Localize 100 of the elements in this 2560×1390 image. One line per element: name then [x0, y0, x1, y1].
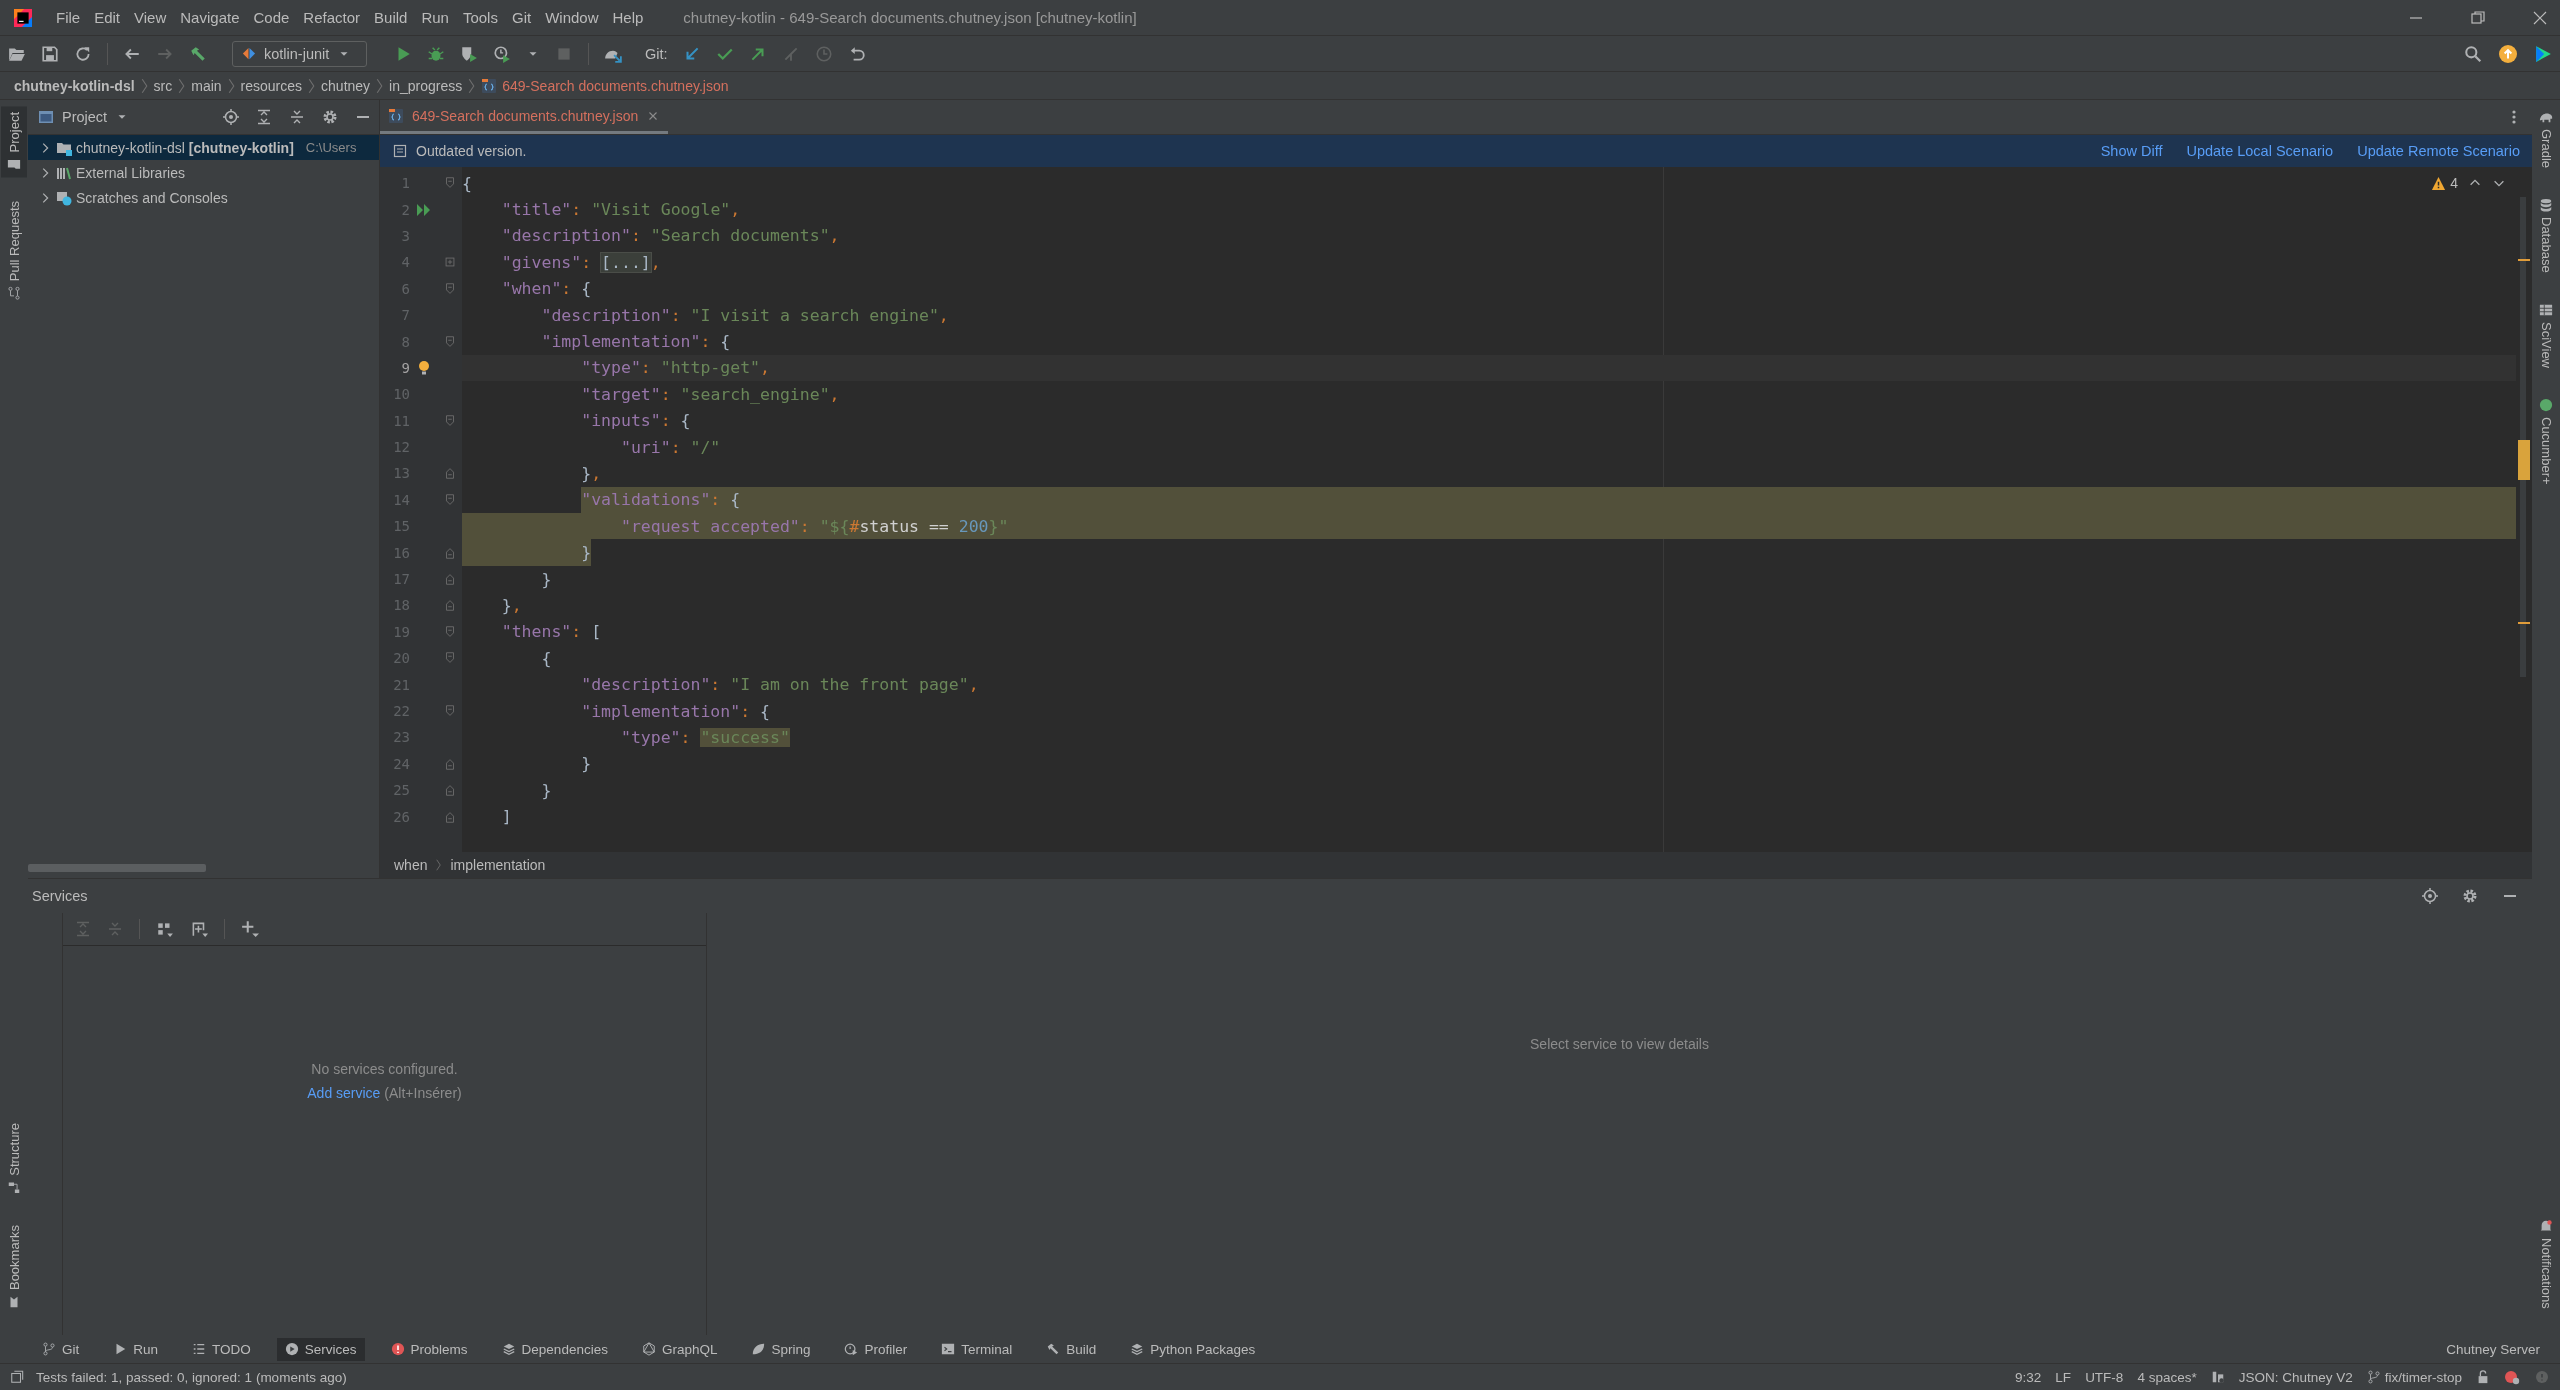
- tool-window-button[interactable]: Terminal: [933, 1337, 1021, 1361]
- lock-icon[interactable]: [2476, 1370, 2490, 1384]
- tool-window-button[interactable]: TODO: [184, 1337, 259, 1361]
- fold-marker-icon[interactable]: [443, 492, 457, 507]
- warning-counter[interactable]: 4: [2431, 175, 2458, 191]
- tool-window-button[interactable]: Structure: [1, 1117, 27, 1201]
- tool-window-button[interactable]: Git: [34, 1337, 88, 1361]
- save-icon[interactable]: [41, 44, 59, 63]
- indent-setting[interactable]: 4 spaces*: [2137, 1369, 2197, 1385]
- fold-marker-icon[interactable]: [443, 334, 457, 349]
- fold-marker-icon[interactable]: [443, 176, 457, 191]
- fold-marker-icon[interactable]: [443, 255, 457, 270]
- breadcrumb[interactable]: src: [153, 77, 173, 94]
- menu-item[interactable]: Build: [368, 6, 414, 29]
- bulb-icon[interactable]: [416, 359, 432, 376]
- tool-window-button[interactable]: Run: [105, 1337, 167, 1361]
- indent-icon[interactable]: [2210, 1370, 2225, 1384]
- tool-window-button[interactable]: GraphQL: [633, 1337, 726, 1361]
- breadcrumb[interactable]: chutney: [321, 77, 371, 94]
- menu-item[interactable]: View: [128, 6, 173, 29]
- tool-window-button[interactable]: Python Packages: [1122, 1337, 1264, 1361]
- branch-selector[interactable]: fix/timer-stop: [2366, 1369, 2462, 1385]
- tool-window-button[interactable]: Project: [1, 106, 27, 178]
- tool-window-button[interactable]: Pull Requests: [1, 195, 27, 307]
- fold-marker-icon[interactable]: [443, 624, 457, 639]
- breadcrumb[interactable]: chutney-kotlin-dsl: [14, 77, 135, 94]
- tool-window-button[interactable]: Cucumber+: [2533, 391, 2559, 491]
- fold-marker-icon[interactable]: [443, 756, 457, 771]
- tree-item[interactable]: chutney-kotlin-dsl [chutney-kotlin] C:\Users: [28, 135, 379, 160]
- restore-icon[interactable]: [2470, 9, 2486, 26]
- fold-marker-icon[interactable]: [443, 545, 457, 560]
- collapse-all-icon[interactable]: [289, 109, 305, 125]
- menu-item[interactable]: File: [50, 6, 87, 29]
- breadcrumb[interactable]: main: [191, 77, 222, 94]
- coverage-icon[interactable]: [460, 44, 478, 63]
- add-service-link[interactable]: Add service: [307, 1084, 381, 1101]
- menu-item[interactable]: Navigate: [174, 6, 246, 29]
- menu-item[interactable]: Tools: [456, 6, 504, 29]
- settings-icon[interactable]: [2462, 888, 2478, 904]
- menu-item[interactable]: Edit: [88, 6, 127, 29]
- update-icon[interactable]: [2499, 44, 2517, 63]
- menu-item[interactable]: Window: [539, 6, 605, 29]
- add-service-icon[interactable]: [190, 920, 208, 938]
- tool-window-button[interactable]: Bookmarks: [1, 1218, 27, 1315]
- tool-window-button[interactable]: Gradle: [2533, 104, 2559, 175]
- tool-window-button[interactable]: Dependencies: [493, 1337, 616, 1361]
- tool-window-button[interactable]: SciView: [2533, 296, 2559, 374]
- menu-item[interactable]: Code: [247, 6, 296, 29]
- menu-item[interactable]: Help: [606, 6, 650, 29]
- locate-icon[interactable]: [2422, 888, 2438, 904]
- run-icon[interactable]: [416, 201, 432, 218]
- breadcrumb[interactable]: in_progress: [389, 77, 463, 94]
- expand-all-icon[interactable]: [256, 109, 272, 125]
- tool-window-button[interactable]: Notifications: [2533, 1213, 2559, 1315]
- json-schema[interactable]: JSON: Chutney V2: [2238, 1369, 2353, 1385]
- toolbox-icon[interactable]: [2534, 44, 2552, 63]
- banner-link[interactable]: Update Local Scenario: [2186, 143, 2334, 159]
- fold-marker-icon[interactable]: [443, 281, 457, 296]
- tool-window-button[interactable]: Database: [2533, 192, 2559, 279]
- group-icon[interactable]: [156, 920, 174, 938]
- breadcrumb[interactable]: when: [394, 857, 428, 873]
- banner-link[interactable]: Show Diff: [2100, 143, 2163, 159]
- line-ending[interactable]: LF: [2055, 1369, 2072, 1385]
- run-config-dropdown[interactable]: kotlin-junit: [232, 40, 367, 67]
- tool-window-button[interactable]: Problems: [382, 1337, 476, 1361]
- tool-window-button[interactable]: Spring: [743, 1337, 819, 1361]
- caret-position[interactable]: 9:32: [2015, 1369, 2042, 1385]
- fold-marker-icon[interactable]: [443, 572, 457, 587]
- sync-icon[interactable]: [74, 44, 92, 63]
- locate-icon[interactable]: [223, 109, 239, 125]
- breadcrumb[interactable]: implementation: [450, 857, 546, 873]
- breadcrumb[interactable]: 649-Search documents.chutney.json: [502, 77, 729, 94]
- fold-marker-icon[interactable]: [443, 809, 457, 824]
- encoding[interactable]: UTF-8: [2085, 1369, 2124, 1385]
- tree-item[interactable]: External Libraries: [28, 160, 379, 185]
- fold-marker-icon[interactable]: [443, 783, 457, 798]
- tool-window-button[interactable]: Build: [1038, 1337, 1105, 1361]
- tree-item[interactable]: Scratches and Consoles: [28, 185, 379, 210]
- close-icon[interactable]: [2532, 9, 2548, 26]
- settings-icon[interactable]: [322, 109, 338, 125]
- menu-item[interactable]: Git: [505, 6, 538, 29]
- error-icon[interactable]: [2504, 1369, 2520, 1385]
- breadcrumb[interactable]: resources: [240, 77, 303, 94]
- fold-marker-icon[interactable]: [443, 466, 457, 481]
- tool-window-button[interactable]: Profiler: [836, 1337, 916, 1361]
- profile-icon[interactable]: [493, 44, 511, 63]
- fold-marker-icon[interactable]: [443, 651, 457, 666]
- menu-item[interactable]: Refactor: [297, 6, 367, 29]
- fold-marker-icon[interactable]: [443, 413, 457, 428]
- scrollbar[interactable]: [28, 864, 206, 872]
- fold-marker-icon[interactable]: [443, 704, 457, 718]
- hammer-icon[interactable]: [189, 44, 207, 63]
- plus-icon[interactable]: [241, 920, 259, 938]
- banner-link[interactable]: Update Remote Scenario: [2357, 143, 2520, 159]
- search-icon[interactable]: [2464, 44, 2482, 63]
- menu-item[interactable]: Run: [415, 6, 455, 29]
- panel-selector[interactable]: Project: [38, 109, 130, 125]
- tool-window-button[interactable]: Services: [276, 1337, 365, 1361]
- fold-marker-icon[interactable]: [443, 598, 457, 613]
- panel-toggle-icon[interactable]: [10, 1370, 24, 1384]
